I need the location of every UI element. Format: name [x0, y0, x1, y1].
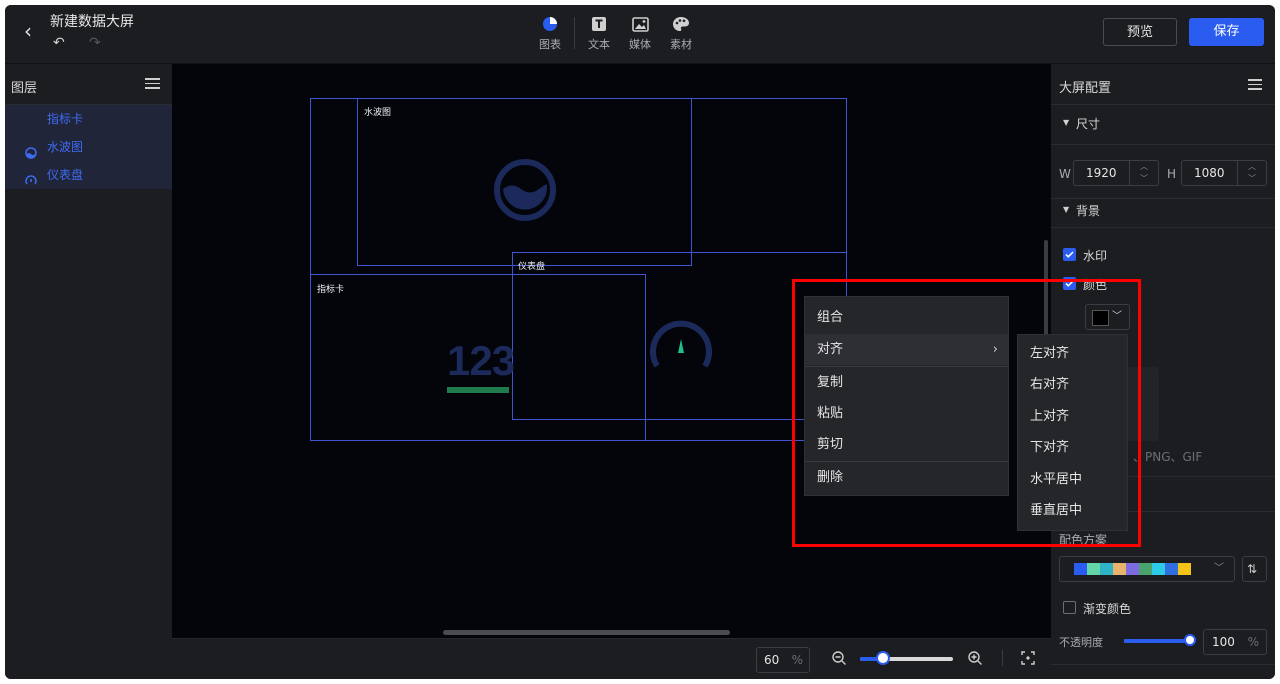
tool-chart[interactable]: 图表 [532, 13, 568, 57]
image-icon [622, 13, 658, 35]
gradient-label: 渐变颜色 [1083, 602, 1132, 616]
layer-item-label: 指标卡 [47, 112, 84, 126]
widget-indicator-card[interactable]: 指标卡 123 [310, 274, 646, 441]
zoom-slider[interactable] [860, 651, 953, 665]
size-section-title: 尺寸 [1076, 117, 1101, 131]
opacity-slider[interactable] [1124, 634, 1196, 646]
layer-item-indicator-card[interactable]: 指标卡 [5, 105, 172, 133]
zoom-bar: 60 % [172, 638, 1051, 679]
layers-panel: 图层 指标卡 水波图 仪表盘 [5, 64, 172, 679]
top-bar: ‹ 新建数据大屏 ↶ ↷ 图表 文本 媒体 素材 预览 保存 [5, 5, 1275, 64]
opacity-slider-handle[interactable] [1184, 634, 1196, 646]
background-section-title: 背景 [1076, 204, 1101, 218]
chevron-down-icon: ﹀ [1214, 563, 1224, 574]
pie-chart-icon [532, 13, 568, 35]
tool-text-label: 文本 [588, 38, 610, 51]
layer-item-gauge[interactable]: 仪表盘 [5, 161, 172, 189]
watermark-label: 水印 [1083, 249, 1108, 263]
palette-swatch [1152, 563, 1165, 575]
opacity-value: 100 [1212, 635, 1235, 649]
palette-settings-button[interactable]: ⇅ [1242, 556, 1267, 582]
height-value: 1080 [1194, 166, 1225, 180]
panel-menu-icon[interactable] [1248, 79, 1262, 90]
page-title: 新建数据大屏 [50, 14, 134, 30]
opacity-slider-fill [1124, 639, 1190, 643]
layer-item-water-wave[interactable]: 水波图 [5, 133, 172, 161]
widget-water-wave[interactable]: 水波图 [357, 98, 692, 266]
zoom-input[interactable]: 60 % [756, 647, 810, 673]
tool-media[interactable]: 媒体 [622, 13, 658, 57]
layer-item-label: 仪表盘 [47, 168, 84, 182]
width-value: 1920 [1086, 166, 1117, 180]
palette-swatch [1100, 563, 1113, 575]
redo-icon[interactable]: ↷ [89, 35, 101, 51]
tool-material-label: 素材 [670, 38, 692, 51]
app-window: ‹ 新建数据大屏 ↶ ↷ 图表 文本 媒体 素材 预览 保存 图层 指标卡 水波… [5, 5, 1275, 679]
palette-swatch [1113, 563, 1126, 575]
width-stepper[interactable]: ︿ ﹀ [1129, 161, 1158, 185]
layers-panel-title: 图层 [11, 81, 38, 96]
indicator-value: 123 [447, 337, 515, 384]
caret-down-icon[interactable]: ▼ [1063, 205, 1069, 214]
horizontal-scrollbar[interactable] [443, 630, 730, 635]
palette-swatch [1139, 563, 1152, 575]
gauge-icon [25, 169, 37, 185]
water-wave-icon [493, 158, 557, 225]
tool-chart-label: 图表 [539, 38, 561, 51]
widget-title: 仪表盘 [518, 262, 546, 272]
opacity-unit: % [1247, 635, 1259, 649]
back-button[interactable]: ‹ [17, 18, 39, 44]
height-stepper[interactable]: ︿ ﹀ [1237, 161, 1266, 185]
gradient-checkbox[interactable] [1063, 601, 1076, 614]
indicator-underline [447, 387, 509, 393]
tool-divider [574, 17, 575, 49]
widget-title: 指标卡 [317, 285, 345, 295]
text-icon [581, 13, 617, 35]
palette-swatch [1126, 563, 1139, 575]
zoom-slider-handle[interactable] [876, 651, 890, 665]
config-panel-title: 大屏配置 [1059, 81, 1112, 96]
opacity-input[interactable]: 100 % [1203, 629, 1267, 655]
layer-item-label: 水波图 [47, 140, 84, 154]
highlight-box [792, 279, 1141, 547]
save-button[interactable]: 保存 [1189, 18, 1264, 46]
upload-format-hint: 、PNG、GIF [1133, 450, 1203, 464]
palette-swatch [1087, 563, 1100, 575]
divider [1051, 144, 1275, 145]
sliders-icon: ⇅ [1247, 562, 1258, 576]
preview-button[interactable]: 预览 [1103, 18, 1177, 46]
water-wave-icon [25, 141, 37, 159]
gauge-icon [648, 317, 714, 374]
widget-title: 水波图 [364, 108, 392, 118]
undo-icon[interactable]: ↶ [53, 35, 65, 51]
opacity-label: 不透明度 [1059, 636, 1103, 649]
zoom-value: 60 [764, 653, 780, 667]
tool-text[interactable]: 文本 [581, 13, 617, 57]
fit-screen-icon[interactable] [1020, 650, 1036, 669]
palette-swatch [1165, 563, 1178, 575]
height-input[interactable]: 1080 ︿ ﹀ [1181, 160, 1267, 186]
collapse-menu-icon[interactable] [145, 78, 160, 92]
divider [1051, 227, 1275, 228]
height-label: H [1167, 167, 1177, 181]
divider [1051, 198, 1275, 199]
width-label: W [1059, 167, 1071, 181]
palette-preview [1074, 563, 1191, 575]
divider [1002, 650, 1003, 666]
palette-select[interactable]: ﹀ [1059, 556, 1235, 582]
zoom-unit: % [791, 653, 803, 667]
zoom-in-icon[interactable] [967, 650, 983, 669]
palette-icon [663, 13, 699, 35]
palette-swatch [1074, 563, 1087, 575]
divider [1051, 664, 1275, 665]
tool-material[interactable]: 素材 [663, 13, 699, 57]
caret-down-icon[interactable]: ▼ [1063, 118, 1069, 127]
width-input[interactable]: 1920 ︿ ﹀ [1073, 160, 1159, 186]
palette-swatch [1178, 563, 1191, 575]
tool-media-label: 媒体 [629, 38, 651, 51]
zoom-out-icon[interactable] [831, 650, 847, 669]
watermark-checkbox[interactable] [1063, 248, 1076, 261]
divider [1051, 104, 1275, 105]
